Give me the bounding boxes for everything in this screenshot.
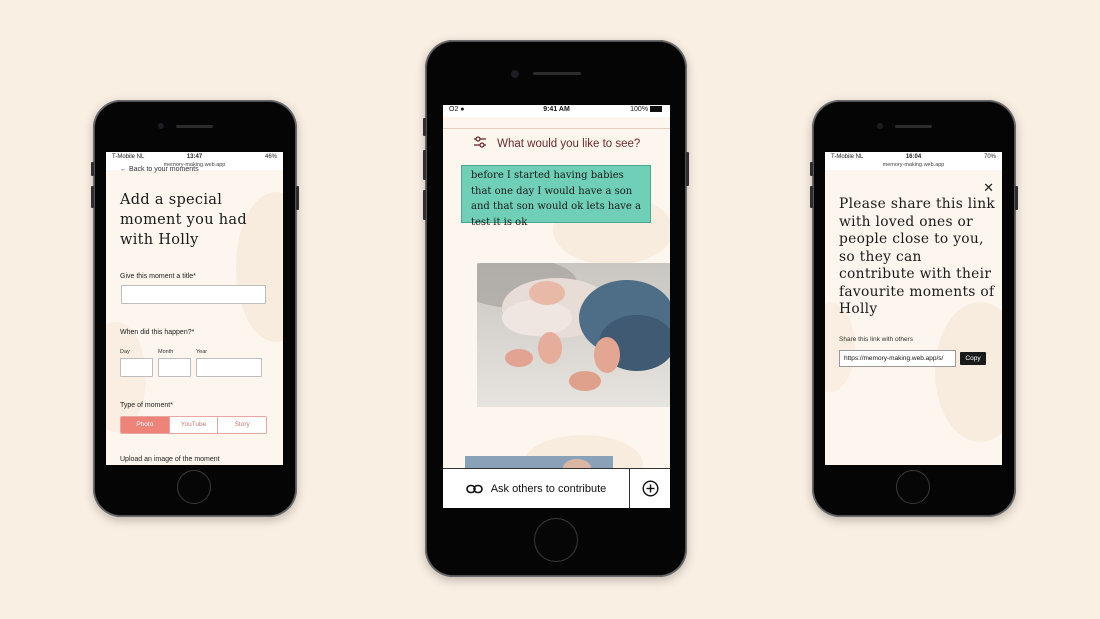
plus-circle-icon — [641, 480, 659, 497]
upload-label: Upload an image of the moment — [120, 456, 220, 463]
story-note-card[interactable]: before I started having babies that one … — [461, 165, 651, 228]
year-label: Year — [196, 349, 208, 355]
side-button — [91, 186, 94, 208]
bottom-action-bar: Ask others to contribute — [443, 468, 670, 508]
ask-contribute-button[interactable]: Ask others to contribute — [443, 469, 629, 508]
battery-level: 70% — [983, 154, 996, 160]
side-button — [1015, 186, 1018, 210]
sliders-icon — [473, 135, 487, 153]
side-button — [423, 118, 426, 136]
year-input[interactable] — [196, 358, 262, 377]
status-time: 13:47 — [186, 154, 203, 160]
middle-phone: O2 ● 9:41 AM 100% What would you like to… — [423, 40, 689, 577]
front-camera — [877, 123, 883, 129]
right-screen: T-Mobile NL 16:04 70% memory-making.web.… — [825, 152, 1002, 465]
date-label: When did this happen?* — [120, 329, 195, 336]
baby-feet-photo[interactable] — [477, 263, 670, 407]
battery-icon — [650, 106, 662, 113]
close-icon[interactable]: ✕ — [983, 180, 994, 196]
back-link[interactable]: ← Back to your moments — [120, 166, 199, 173]
left-phone: T-Mobile NL 13:47 46% memory-making.web.… — [91, 100, 299, 517]
left-screen: T-Mobile NL 13:47 46% memory-making.web.… — [106, 152, 283, 465]
side-button — [686, 152, 689, 186]
right-phone: T-Mobile NL 16:04 70% memory-making.web.… — [810, 100, 1018, 517]
day-label: Day — [120, 349, 130, 355]
back-link-label: Back to your moments — [128, 166, 199, 173]
front-camera — [158, 123, 164, 129]
filter-bar[interactable]: What would you like to see? — [443, 135, 670, 159]
home-button[interactable] — [896, 470, 930, 504]
home-button[interactable] — [177, 470, 211, 504]
page-title: Add a special moment you had with Holly — [120, 192, 247, 248]
side-button — [810, 162, 813, 176]
home-button[interactable] — [534, 518, 578, 562]
side-button — [423, 150, 426, 180]
middle-screen: O2 ● 9:41 AM 100% What would you like to… — [443, 105, 670, 508]
type-label: Type of moment* — [120, 402, 173, 409]
side-button — [296, 186, 299, 210]
share-title: Please share this link with loved ones o… — [839, 196, 996, 317]
battery-level: 100% — [630, 106, 662, 113]
arrow-left-icon: ← — [120, 166, 129, 173]
share-link-field[interactable]: https://memory-making.web.app/s/ — [839, 350, 956, 367]
title-field-label: Give this moment a title* — [120, 273, 196, 280]
side-button — [810, 186, 813, 208]
side-button — [91, 162, 94, 176]
battery-level: 46% — [264, 154, 277, 160]
month-label: Month — [158, 349, 174, 355]
link-icon — [465, 484, 483, 493]
earpiece-speaker — [176, 125, 213, 128]
type-option-photo[interactable]: Photo — [121, 417, 169, 433]
month-input[interactable] — [158, 358, 191, 377]
side-button — [423, 190, 426, 220]
filter-label: What would you like to see? — [497, 138, 641, 150]
title-input[interactable] — [121, 285, 266, 304]
background-blob — [935, 302, 1002, 442]
type-selector: Photo YouTube Story — [120, 416, 267, 434]
ask-contribute-label: Ask others to contribute — [490, 482, 607, 495]
earpiece-speaker — [895, 125, 932, 128]
url-bar[interactable]: memory-making.web.app — [825, 162, 1002, 168]
share-link-label: Share this link with others — [839, 336, 914, 343]
status-bar: T-Mobile NL 16:04 70% memory-making.web.… — [825, 152, 1002, 170]
front-camera — [511, 70, 519, 78]
header-divider — [443, 128, 670, 129]
copy-button[interactable]: Copy — [960, 352, 986, 365]
day-input[interactable] — [120, 358, 153, 377]
earpiece-speaker — [533, 72, 581, 75]
type-option-story[interactable]: Story — [217, 417, 266, 433]
add-moment-button[interactable] — [629, 469, 670, 508]
type-option-youtube[interactable]: YouTube — [168, 417, 218, 433]
status-time: 16:04 — [905, 154, 922, 160]
status-bar: O2 ● 9:41 AM 100% — [443, 105, 670, 117]
